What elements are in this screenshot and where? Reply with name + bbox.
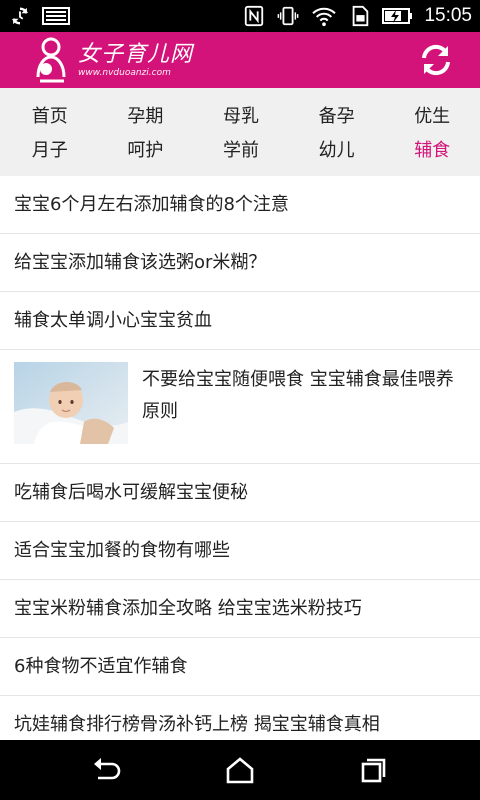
- list-item-with-image[interactable]: 不要给宝宝随便喂食 宝宝辅食最佳喂养原则: [0, 350, 480, 464]
- status-time: 15:05: [424, 5, 472, 26]
- nfc-icon: [245, 5, 264, 27]
- list-item[interactable]: 6种食物不适宜作辅食: [0, 638, 480, 696]
- list-item[interactable]: 适合宝宝加餐的食物有哪些: [0, 522, 480, 580]
- list-item[interactable]: 吃辅食后喝水可缓解宝宝便秘: [0, 464, 480, 522]
- back-icon[interactable]: [92, 756, 122, 784]
- status-bar: 15:05: [0, 0, 480, 32]
- category-toddler[interactable]: 幼儿: [289, 134, 385, 168]
- recents-icon[interactable]: [358, 756, 388, 784]
- category-preconception[interactable]: 备孕: [289, 100, 385, 134]
- refresh-icon[interactable]: [418, 42, 454, 78]
- category-preschool[interactable]: 学前: [193, 134, 289, 168]
- list-item[interactable]: 给宝宝添加辅食该选粥or米糊？: [0, 234, 480, 292]
- baby-photo-thumbnail: [14, 362, 128, 444]
- category-eugenics[interactable]: 优生: [384, 100, 480, 134]
- category-pregnancy[interactable]: 孕期: [98, 100, 194, 134]
- system-nav-bar: [0, 740, 480, 800]
- app-header: 女子育儿网 www.nvduoanzi.com: [0, 32, 480, 88]
- vibrate-icon: [278, 6, 299, 26]
- category-complementary-food[interactable]: 辅食: [384, 134, 480, 168]
- category-home[interactable]: 首页: [2, 100, 98, 134]
- category-nav: 首页 孕期 母乳 备孕 优生 月子 呵护 学前 幼儿 辅食: [0, 88, 480, 176]
- category-care[interactable]: 呵护: [98, 134, 194, 168]
- battery-charging-icon: [382, 8, 413, 24]
- home-icon[interactable]: [225, 756, 255, 784]
- app-url: www.nvduoanzi.com: [78, 67, 171, 78]
- app-title: 女子育儿网: [78, 41, 194, 67]
- sim-icon: [353, 5, 369, 27]
- list-item[interactable]: 宝宝米粉辅食添加全攻略 给宝宝选米粉技巧: [0, 580, 480, 638]
- sync-icon: [12, 7, 28, 25]
- category-breastfeeding[interactable]: 母乳: [193, 100, 289, 134]
- category-confinement[interactable]: 月子: [2, 134, 98, 168]
- mother-child-logo-icon: [36, 37, 66, 83]
- list-item[interactable]: 宝宝6个月左右添加辅食的8个注意: [0, 176, 480, 234]
- wifi-icon: [312, 7, 337, 27]
- app-logo: 女子育儿网 www.nvduoanzi.com: [32, 37, 193, 83]
- article-list: 宝宝6个月左右添加辅食的8个注意 给宝宝添加辅食该选粥or米糊？ 辅食太单调小心…: [0, 176, 480, 740]
- list-item-title: 不要给宝宝随便喂食 宝宝辅食最佳喂养原则: [142, 369, 454, 422]
- list-item[interactable]: 辅食太单调小心宝宝贫血: [0, 292, 480, 350]
- keyboard-icon: [42, 7, 70, 25]
